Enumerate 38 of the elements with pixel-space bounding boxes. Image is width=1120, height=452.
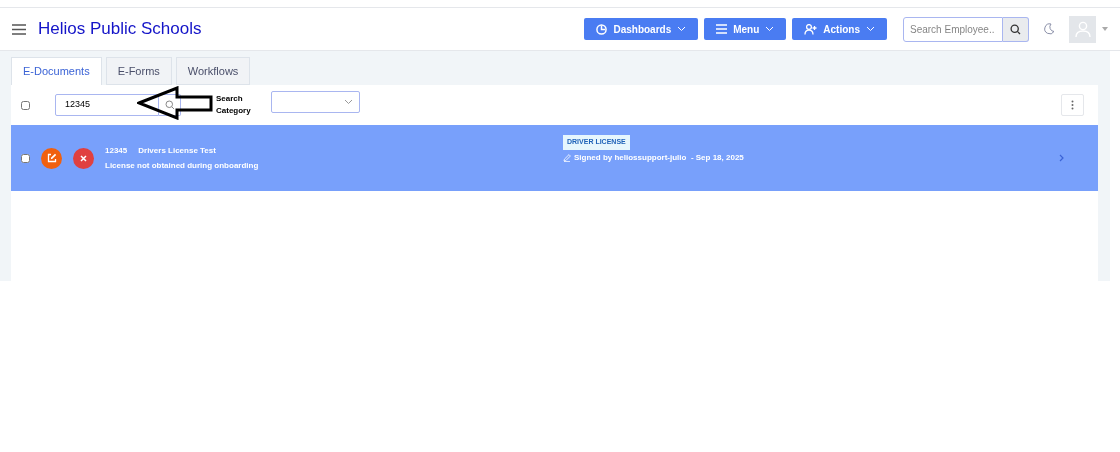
select-all-checkbox[interactable]: [21, 100, 30, 110]
more-options-button[interactable]: [1061, 94, 1084, 116]
pie-chart-icon: [596, 23, 608, 35]
pencil-icon: [563, 153, 571, 162]
chevron-down-icon: [344, 99, 353, 105]
document-number: 12345: [105, 144, 128, 157]
search-icon: [164, 100, 175, 110]
row-highlight[interactable]: [11, 125, 1098, 191]
search-field[interactable]: 12345: [55, 94, 159, 116]
tab[interactable]: E-Forms: [105, 57, 172, 85]
edit-icon: [46, 153, 57, 163]
chevron-down-icon: [677, 26, 687, 32]
row-checkbox[interactable]: [21, 153, 30, 163]
caret-icon[interactable]: [1102, 27, 1108, 31]
search-button[interactable]: [159, 94, 181, 116]
category-label: Search Category: [216, 93, 252, 117]
search-button[interactable]: [1003, 16, 1029, 42]
employee-search-field[interactable]: Search Employee..: [903, 16, 1003, 42]
dashboards-button[interactable]: Dashboards: [584, 18, 699, 40]
moon-icon[interactable]: [1043, 23, 1055, 35]
signed-info: Signed by heliossupport-julio - Sep 18, 2025: [574, 151, 744, 164]
close-icon: [80, 154, 87, 162]
menu-icon[interactable]: [12, 23, 26, 35]
search-icon: [1010, 23, 1021, 35]
add-user-icon: [804, 23, 818, 35]
tab[interactable]: Workflows: [175, 57, 251, 85]
tab[interactable]: E-Documents: [11, 57, 102, 85]
menu-button[interactable]: Menu: [704, 18, 787, 40]
menu-icon: [716, 24, 728, 34]
chevron-right-icon[interactable]: [1059, 154, 1064, 162]
chevron-down-icon: [765, 26, 775, 32]
more-icon: [1071, 100, 1074, 110]
chevron-down-icon: [866, 26, 875, 32]
document-description: License not obtained during onboarding: [105, 159, 260, 172]
document-title: Drivers License Test: [138, 144, 216, 157]
app-title: Helios Public Schools: [38, 18, 202, 41]
actions-button[interactable]: Actions: [792, 18, 887, 40]
category-dropdown[interactable]: [271, 91, 360, 113]
